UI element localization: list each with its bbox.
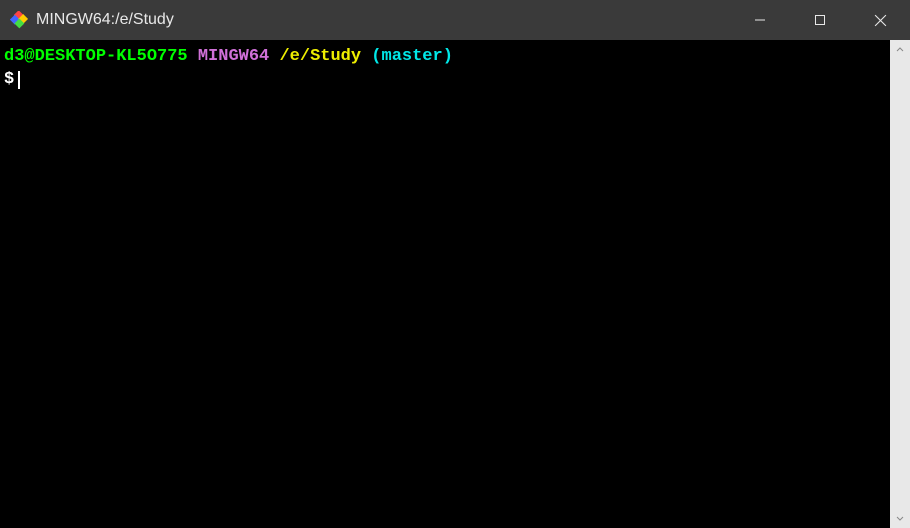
minimize-button[interactable]	[730, 0, 790, 40]
prompt-line: d3@DESKTOP-KL5O775 MINGW64 /e/Study (mas…	[4, 46, 886, 69]
scrollbar[interactable]	[890, 40, 910, 528]
terminal-area[interactable]: d3@DESKTOP-KL5O775 MINGW64 /e/Study (mas…	[0, 40, 910, 528]
title-left: MINGW64:/e/Study	[10, 11, 174, 29]
scroll-down-icon[interactable]	[890, 508, 910, 528]
cursor	[18, 71, 20, 89]
prompt-symbol: $	[4, 69, 14, 92]
close-button[interactable]	[850, 0, 910, 40]
window-controls	[730, 0, 910, 40]
maximize-button[interactable]	[790, 0, 850, 40]
scroll-up-icon[interactable]	[890, 40, 910, 60]
terminal-content[interactable]: d3@DESKTOP-KL5O775 MINGW64 /e/Study (mas…	[0, 40, 890, 528]
input-line[interactable]: $	[4, 69, 886, 92]
current-path: /e/Study	[279, 47, 361, 66]
title-bar: MINGW64:/e/Study	[0, 0, 910, 40]
app-icon	[10, 11, 28, 29]
user-host: d3@DESKTOP-KL5O775	[4, 47, 188, 66]
window-title: MINGW64:/e/Study	[36, 11, 174, 29]
env-label: MINGW64	[198, 47, 269, 66]
git-branch: (master)	[371, 47, 453, 66]
